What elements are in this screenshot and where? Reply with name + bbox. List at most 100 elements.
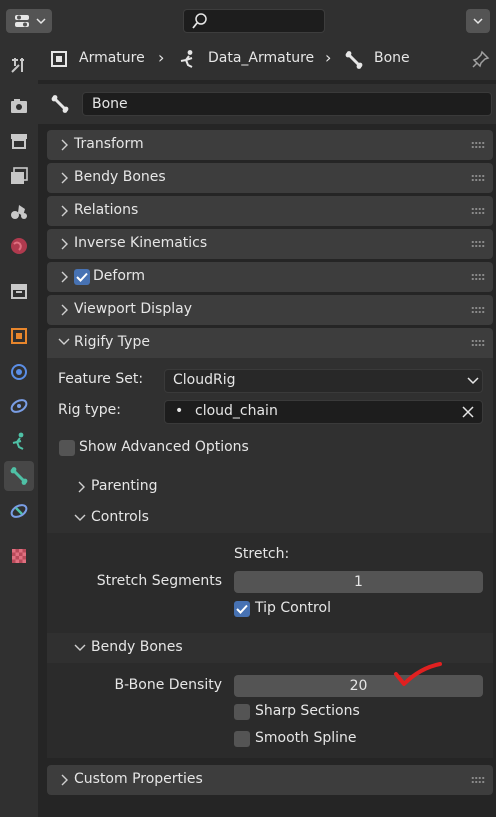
panel-label: Relations [74, 202, 139, 218]
checkmark-icon [236, 604, 248, 614]
chevron-down-icon [58, 338, 70, 345]
panel-rigify-type[interactable]: Rigify Type [47, 328, 493, 358]
tab-tool[interactable] [4, 50, 34, 80]
chevron-right-icon [61, 205, 68, 217]
panel-relations[interactable]: Relations [47, 196, 493, 226]
physics-icon [11, 364, 27, 380]
world-icon [11, 238, 27, 254]
panel-label: Bendy Bones [74, 169, 166, 185]
armature-icon [180, 50, 193, 68]
panel-deform[interactable]: Deform [47, 262, 493, 292]
subpanel-controls[interactable]: Controls [47, 503, 493, 533]
editor-type-icon [15, 15, 46, 27]
tip-control-checkbox[interactable] [234, 601, 250, 617]
properties-tab-bar [0, 40, 38, 817]
sharp-sections-checkbox[interactable] [234, 704, 250, 720]
subpanel-label: Parenting [91, 478, 158, 494]
tip-control-label[interactable]: Tip Control [255, 600, 331, 616]
stretch-segments-field[interactable]: 1 [234, 571, 483, 593]
tab-texture[interactable] [4, 541, 34, 571]
bone-icon [345, 51, 363, 69]
panel-custom-properties[interactable]: Custom Properties [47, 765, 493, 795]
tab-view-layer[interactable] [4, 161, 34, 191]
tab-scene[interactable] [4, 196, 34, 226]
panel-transform[interactable]: Transform [47, 130, 493, 160]
search-icon [192, 13, 207, 29]
subpanel-parenting[interactable]: Parenting [47, 472, 493, 502]
chevron-right-icon [78, 481, 85, 493]
feature-set-dropdown[interactable]: CloudRig [164, 369, 483, 393]
panel-bendy-bones[interactable]: Bendy Bones [47, 163, 493, 193]
bone-constraint-icon [10, 504, 28, 518]
drag-handle-icon[interactable] [471, 174, 485, 182]
stretch-header: Stretch: [234, 546, 290, 562]
armature-data-icon [12, 432, 24, 450]
chevron-down-icon [74, 644, 86, 651]
panel-viewport-display[interactable]: Viewport Display [47, 295, 493, 325]
chevron-right-icon [61, 172, 68, 184]
breadcrumb-bone: Bone [374, 50, 410, 66]
object-icon [11, 328, 27, 344]
show-advanced-checkbox[interactable] [59, 440, 75, 456]
stretch-segments-label: Stretch Segments [96, 573, 222, 589]
options-dropdown-button[interactable] [466, 9, 490, 33]
chevron-right-icon [61, 238, 68, 250]
tab-constraints[interactable] [4, 391, 34, 421]
editor-type-button[interactable] [6, 9, 52, 33]
panel-label: Viewport Display [74, 301, 192, 317]
tab-collection[interactable] [4, 276, 34, 306]
panel-label: Rigify Type [74, 334, 150, 350]
drag-handle-icon[interactable] [471, 776, 485, 784]
subpanel-label: Controls [91, 509, 149, 525]
feature-set-label: Feature Set: [58, 371, 144, 387]
panel-inverse-kinematics[interactable]: Inverse Kinematics [47, 229, 493, 259]
chevron-right-icon [61, 271, 68, 283]
sharp-sections-label[interactable]: Sharp Sections [255, 703, 360, 719]
panel-label: Inverse Kinematics [74, 235, 208, 251]
drag-handle-icon[interactable] [471, 273, 485, 281]
rig-type-search-field[interactable]: • cloud_chain [164, 400, 483, 424]
breadcrumb-data: Data_Armature [208, 50, 315, 66]
drag-handle-icon[interactable] [471, 207, 485, 215]
object-data-icon [51, 51, 67, 67]
bullet-icon: • [175, 403, 184, 419]
close-icon[interactable] [462, 406, 474, 418]
drag-handle-icon[interactable] [471, 240, 485, 248]
smooth-spline-label[interactable]: Smooth Spline [255, 730, 357, 746]
chevron-right-icon: › [158, 48, 165, 67]
deform-checkbox[interactable] [74, 269, 90, 285]
feature-set-value: CloudRig [173, 372, 236, 388]
tab-modifiers[interactable] [4, 356, 34, 386]
drag-handle-icon[interactable] [471, 306, 485, 314]
bbone-density-field[interactable]: 20 [234, 675, 483, 697]
tab-bone[interactable] [4, 461, 34, 491]
smooth-spline-checkbox[interactable] [234, 731, 250, 747]
tab-render[interactable] [4, 91, 34, 121]
chevron-right-icon [61, 774, 68, 786]
tab-object[interactable] [4, 321, 34, 351]
view-layer-icon [11, 167, 28, 184]
drag-handle-icon[interactable] [471, 339, 485, 347]
bone-name-field[interactable]: Bone [82, 92, 492, 116]
scene-icon [11, 205, 27, 219]
tab-data[interactable] [4, 426, 34, 456]
tab-bone-constraints[interactable] [4, 496, 34, 526]
bbone-density-label: B-Bone Density [114, 677, 223, 693]
rig-type-label: Rig type: [58, 402, 121, 418]
pin-icon[interactable] [472, 50, 490, 68]
chevron-down-icon [467, 377, 479, 385]
breadcrumb-object: Armature [79, 50, 145, 66]
chevron-down-icon [473, 18, 483, 25]
tab-output[interactable] [4, 126, 34, 156]
search-input[interactable] [183, 9, 325, 33]
panel-label: Transform [74, 136, 144, 152]
object-constraint-icon [10, 399, 28, 413]
tab-world[interactable] [4, 231, 34, 261]
chevron-right-icon: › [325, 48, 332, 67]
rig-type-value: cloud_chain [195, 403, 278, 419]
show-advanced-label[interactable]: Show Advanced Options [79, 439, 249, 455]
tool-icon [11, 58, 24, 73]
panel-label: Custom Properties [74, 771, 203, 787]
drag-handle-icon[interactable] [471, 141, 485, 149]
bone-icon [51, 95, 69, 113]
